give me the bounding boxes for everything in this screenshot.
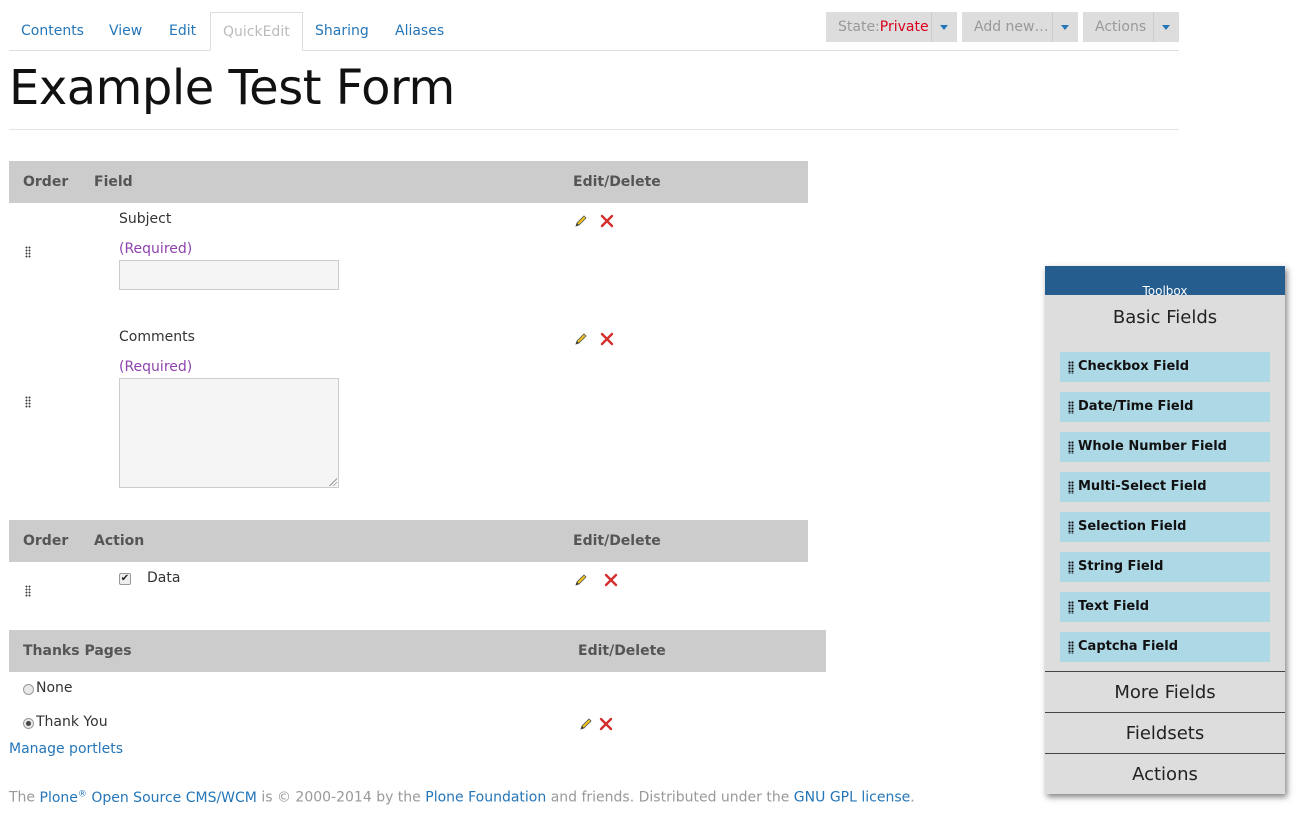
toolbox-item-label: Whole Number Field (1078, 439, 1227, 454)
col-field: Field (94, 174, 133, 190)
add-new-label: Add new… (974, 19, 1049, 35)
chevron-down-icon (1153, 12, 1179, 42)
drag-handle-icon (1068, 561, 1074, 574)
thanks-label-none: None (36, 680, 73, 696)
action-label-data: Data (147, 570, 181, 586)
plone-link-text: Plone (39, 789, 78, 806)
toolbox-item-label: Date/Time Field (1078, 399, 1194, 414)
manage-portlets-link[interactable]: Manage portlets (9, 741, 123, 757)
toolbox-section-more-fields[interactable]: More Fields (1045, 682, 1285, 703)
state-dropdown[interactable]: State:Private (826, 12, 957, 42)
drag-handle-icon (1068, 641, 1074, 654)
footer-text: is © 2000-2014 by the (261, 789, 421, 806)
pencil-icon[interactable] (574, 573, 588, 587)
plone-foundation-link[interactable]: Plone Foundation (425, 790, 546, 806)
col-thanks-pages: Thanks Pages (23, 643, 132, 659)
footer-period: . (910, 789, 915, 806)
toolbox-section-actions[interactable]: Actions (1045, 764, 1285, 785)
delete-icon[interactable] (600, 332, 614, 346)
site-footer: The Plone® Open Source CMS/WCM is © 2000… (9, 789, 915, 806)
tab-contents[interactable]: Contents (9, 12, 96, 49)
drag-handle-icon[interactable] (25, 585, 31, 597)
toolbox-item-captcha-field[interactable]: Captcha Field (1060, 632, 1270, 662)
required-marker: (Required) (119, 241, 193, 257)
col-edit-delete: Edit/Delete (573, 533, 661, 549)
drag-handle-icon (1068, 521, 1074, 534)
comments-textarea[interactable] (119, 378, 339, 488)
field-label-subject: Subject (119, 211, 172, 227)
tab-view[interactable]: View (97, 12, 154, 49)
footer-text: The (9, 789, 36, 806)
col-edit-delete: Edit/Delete (573, 174, 661, 190)
toolbox-item-text-field[interactable]: Text Field (1060, 592, 1270, 622)
tab-aliases[interactable]: Aliases (383, 12, 456, 49)
divider (1045, 671, 1285, 672)
toolbox-item-whole-number-field[interactable]: Whole Number Field (1060, 432, 1270, 462)
gpl-license-link[interactable]: GNU GPL license (794, 790, 910, 806)
divider (9, 129, 1179, 130)
toolbox-panel: Toolbox Basic Fields Checkbox Field Date… (1045, 266, 1285, 794)
resize-handle-icon[interactable] (329, 478, 337, 486)
col-order: Order (23, 174, 69, 190)
col-action: Action (94, 533, 145, 549)
thanks-label-thank-you: Thank You (36, 714, 108, 730)
tab-edit[interactable]: Edit (157, 12, 208, 49)
actions-dropdown[interactable]: Actions (1083, 12, 1179, 42)
field-label-comments: Comments (119, 329, 195, 345)
toolbox-item-selection-field[interactable]: Selection Field (1060, 512, 1270, 542)
delete-icon[interactable] (599, 717, 613, 731)
toolbox-item-multi-select-field[interactable]: Multi-Select Field (1060, 472, 1270, 502)
toolbox-item-label: Multi-Select Field (1078, 479, 1207, 494)
chevron-down-icon (1052, 12, 1078, 42)
registered-mark: ® (77, 789, 87, 799)
toolbox-item-label: String Field (1078, 559, 1164, 574)
delete-icon[interactable] (604, 573, 618, 587)
fields-table-header: Order Field Edit/Delete (9, 161, 808, 203)
footer-text: and friends. Distributed under the (550, 789, 790, 806)
drag-handle-icon (1068, 441, 1074, 454)
toolbox-section-fieldsets[interactable]: Fieldsets (1045, 723, 1285, 744)
add-new-dropdown[interactable]: Add new… (962, 12, 1078, 42)
actions-label: Actions (1095, 19, 1147, 35)
plone-link[interactable]: Plone® Open Source CMS/WCM (39, 789, 257, 806)
thanks-radio-none[interactable] (23, 684, 34, 695)
required-marker: (Required) (119, 359, 193, 375)
toolbox-item-label: Captcha Field (1078, 639, 1179, 654)
tab-quickedit[interactable]: QuickEdit (210, 12, 303, 51)
page-title: Example Test Form (9, 60, 455, 116)
pencil-icon[interactable] (574, 332, 588, 346)
state-value: Private (879, 19, 929, 35)
divider (1045, 712, 1285, 713)
drag-handle-icon (1068, 601, 1074, 614)
toolbox-item-datetime-field[interactable]: Date/Time Field (1060, 392, 1270, 422)
toolbox-item-string-field[interactable]: String Field (1060, 552, 1270, 582)
drag-handle-icon (1068, 361, 1074, 374)
delete-icon[interactable] (600, 214, 614, 228)
toolbox-item-checkbox-field[interactable]: Checkbox Field (1060, 352, 1270, 382)
toolbox-item-label: Selection Field (1078, 519, 1187, 534)
pencil-icon[interactable] (579, 717, 593, 731)
col-edit-delete: Edit/Delete (578, 643, 666, 659)
actions-table-header: Order Action Edit/Delete (9, 520, 808, 562)
drag-handle-icon (1068, 401, 1074, 414)
toolbox-section-basic-fields[interactable]: Basic Fields (1045, 307, 1285, 328)
chevron-down-icon (931, 12, 957, 42)
thanks-radio-thank-you[interactable] (23, 718, 34, 729)
drag-handle-icon[interactable] (25, 246, 31, 258)
toolbox-item-label: Checkbox Field (1078, 359, 1190, 374)
cms-link-text: Open Source CMS/WCM (91, 789, 257, 806)
state-label: State: (838, 19, 880, 35)
thanks-table-header: Thanks Pages Edit/Delete (9, 630, 826, 672)
col-order: Order (23, 533, 69, 549)
drag-handle-icon (1068, 481, 1074, 494)
tab-sharing[interactable]: Sharing (303, 12, 381, 49)
pencil-icon[interactable] (574, 214, 588, 228)
toolbox-title[interactable]: Toolbox (1045, 266, 1285, 295)
divider (1045, 753, 1285, 754)
drag-handle-icon[interactable] (25, 396, 31, 408)
subject-input[interactable] (119, 260, 339, 290)
toolbox-item-label: Text Field (1078, 599, 1149, 614)
action-enabled-checkbox[interactable]: ✔ (119, 573, 131, 585)
